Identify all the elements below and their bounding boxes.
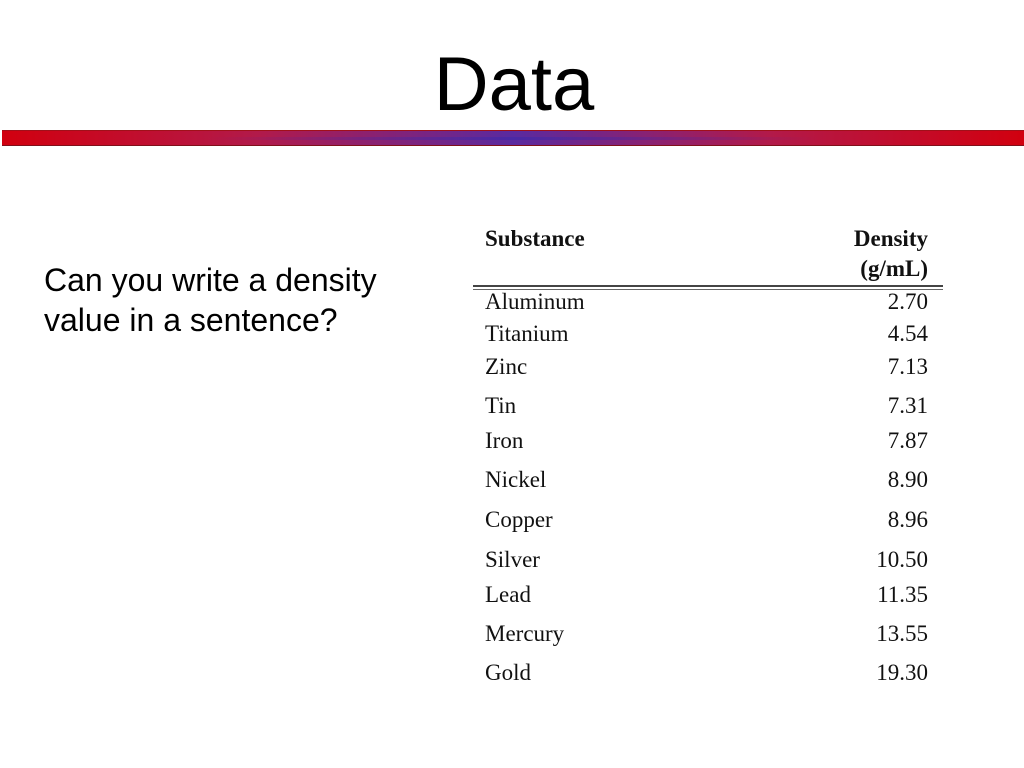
table-row: Tin 7.31 [473, 391, 943, 421]
cell-density: 7.31 [887, 393, 928, 418]
header-density: Density (g/mL) [854, 224, 928, 284]
cell-substance: Iron [485, 428, 524, 453]
cell-substance: Silver [485, 547, 540, 572]
cell-density: 4.54 [887, 321, 928, 346]
cell-substance: Titanium [485, 321, 569, 346]
table-row: Aluminum 2.70 [473, 287, 943, 317]
slide: Data Can you write a density value in a … [0, 0, 1024, 768]
density-table: Substance Density (g/mL) Aluminum 2.70 Tit… [473, 224, 943, 685]
table-row: Iron 7.87 [473, 426, 943, 456]
table-row: Copper 8.96 [473, 505, 943, 535]
cell-substance: Aluminum [485, 289, 585, 314]
table-row: Mercury 13.55 [473, 619, 943, 649]
header-density-label: Density [853, 226, 928, 251]
cell-substance: Nickel [485, 467, 547, 492]
cell-density: 7.87 [887, 428, 928, 453]
cell-density: 7.13 [887, 354, 928, 379]
table-row: Nickel 8.90 [473, 465, 943, 495]
cell-substance: Lead [485, 582, 531, 607]
cell-density: 19.30 [876, 660, 928, 685]
table-row: Gold 19.30 [473, 658, 943, 688]
cell-density: 11.35 [877, 582, 928, 607]
table-row: Titanium 4.54 [473, 319, 943, 349]
cell-density: 8.90 [887, 467, 928, 492]
table-row: Silver 10.50 [473, 545, 943, 575]
slide-title: Data [433, 42, 595, 127]
cell-density: 10.50 [876, 547, 928, 572]
table-header: Substance Density (g/mL) [473, 224, 943, 284]
cell-density: 13.55 [876, 621, 928, 646]
cell-substance: Zinc [485, 354, 528, 379]
cell-density: 2.70 [887, 289, 928, 314]
table-row: Zinc 7.13 [473, 352, 943, 382]
cell-substance: Mercury [485, 621, 565, 646]
cell-substance: Tin [485, 393, 517, 418]
cell-substance: Gold [485, 660, 531, 685]
title-divider-bar [2, 130, 1024, 146]
table-row: Lead 11.35 [473, 580, 943, 610]
header-density-unit: (g/mL) [860, 256, 928, 281]
cell-substance: Copper [485, 507, 553, 532]
question-text: Can you write a density value in a sente… [44, 262, 377, 338]
header-substance: Substance [485, 226, 585, 251]
cell-density: 8.96 [887, 507, 928, 532]
